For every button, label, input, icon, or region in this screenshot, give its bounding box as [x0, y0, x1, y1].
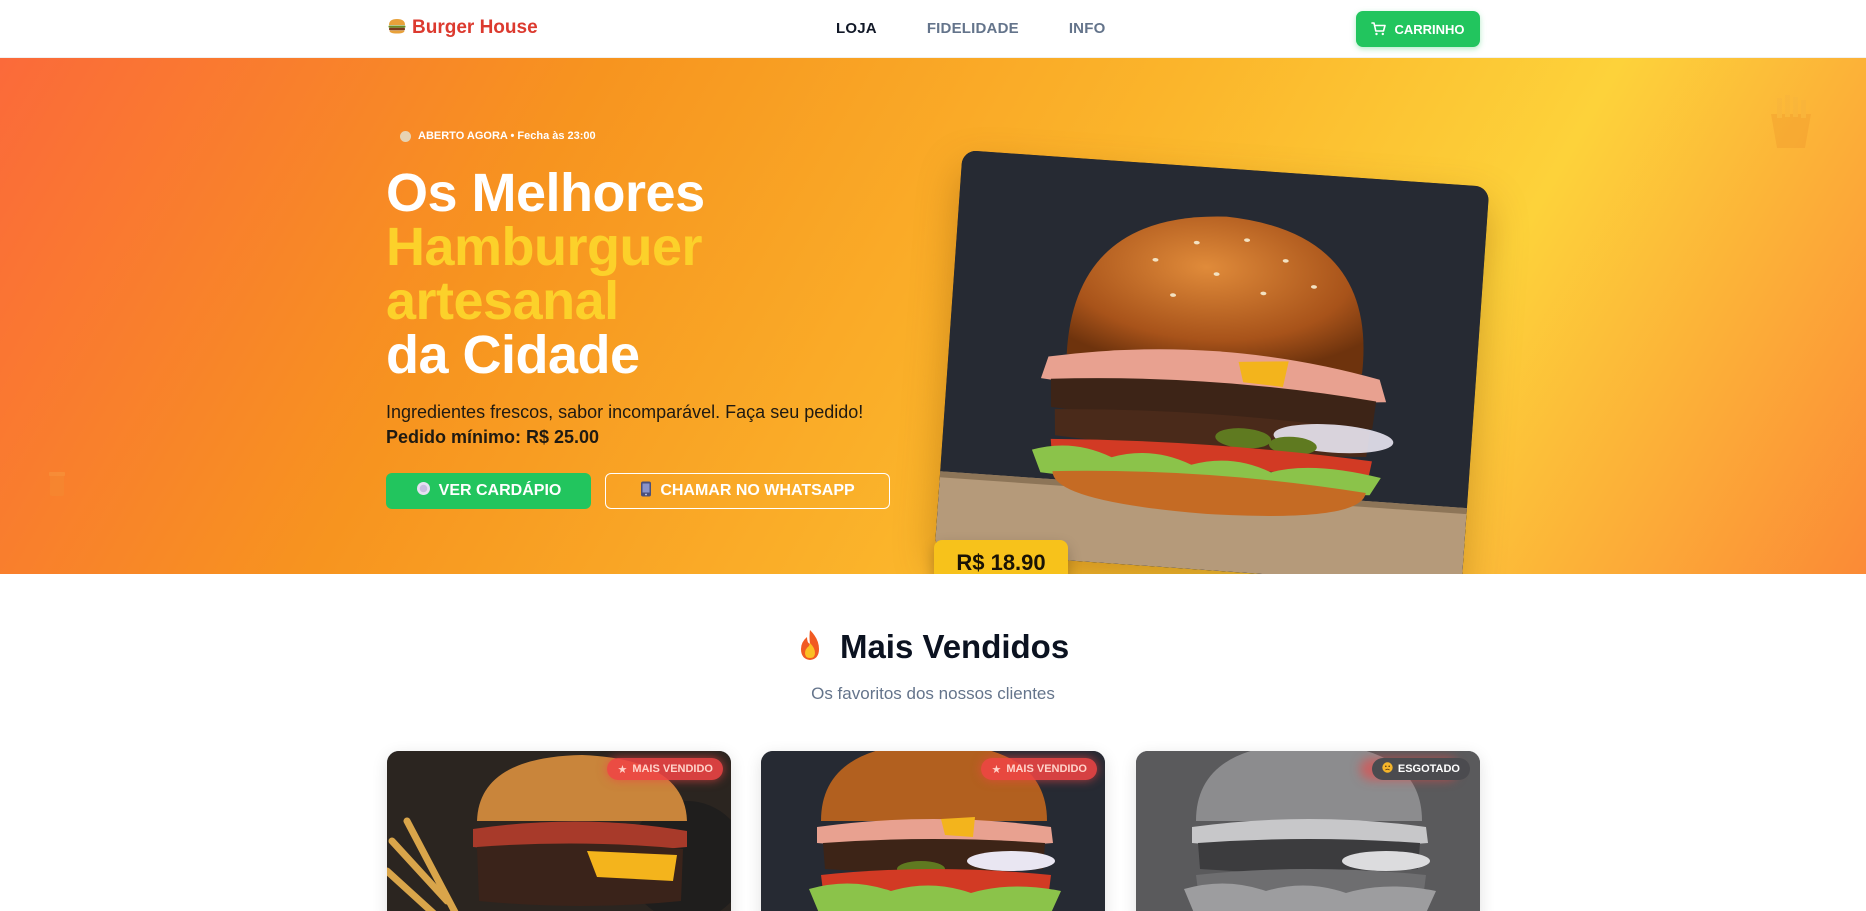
sad-face-icon	[1382, 762, 1393, 776]
whatsapp-button[interactable]: CHAMAR NO WHATSAPP	[605, 473, 890, 509]
nav-fidelidade[interactable]: FIDELIDADE	[927, 20, 1019, 37]
hero-subtitle: Ingredientes frescos, sabor incomparável…	[386, 402, 864, 422]
cart-label: CARRINHO	[1394, 21, 1465, 37]
burger-icon	[388, 18, 406, 39]
open-status: ABERTO AGORA • Fecha às 23:00	[400, 130, 596, 142]
section-subtitle: Os favoritos dos nossos clientes	[811, 684, 1055, 703]
badge-label: ESGOTADO	[1397, 763, 1460, 775]
product-card[interactable]: ESGOTADO	[1136, 751, 1480, 911]
hero-title-line-1: Os Melhores	[386, 163, 705, 223]
main-nav: LOJA FIDELIDADE INFO	[836, 20, 1105, 37]
view-menu-label: VER CARDÁPIO	[438, 482, 562, 499]
badge-sold-out: ESGOTADO	[1371, 758, 1470, 780]
status-dot-icon	[400, 130, 411, 142]
hero-title-line-2: Hamburguer	[386, 217, 703, 277]
hero-title-line-4: da Cidade	[386, 325, 640, 385]
hero-title-line-3: artesanal	[386, 271, 619, 331]
price-tag: R$ 18.90	[934, 540, 1068, 574]
brand-name: Burger House	[412, 17, 538, 38]
badge-best-seller: ★ MAIS VENDIDO	[981, 758, 1097, 780]
badge-label: MAIS VENDIDO	[632, 763, 713, 775]
nav-info[interactable]: INFO	[1069, 20, 1106, 37]
phone-icon	[640, 481, 652, 502]
status-text: ABERTO AGORA • Fecha às 23:00	[418, 130, 596, 142]
star-icon: ★	[991, 763, 1002, 776]
hero-banner: ABERTO AGORA • Fecha às 23:00 Os Melhore…	[0, 58, 1866, 574]
fries-icon	[1771, 95, 1811, 148]
badge-label: MAIS VENDIDO	[1006, 763, 1087, 775]
hero-burger-image	[934, 150, 1490, 574]
badge-best-seller: ★ MAIS VENDIDO	[607, 758, 723, 780]
plate-icon	[416, 481, 431, 501]
fire-icon	[797, 629, 823, 669]
minimum-order: Pedido mínimo: R$ 25.00	[386, 427, 600, 447]
star-icon: ★	[617, 763, 628, 776]
view-menu-button[interactable]: VER CARDÁPIO	[386, 473, 591, 509]
hero-title: Os Melhores Hamburguer artesanal da Cida…	[386, 166, 705, 382]
whatsapp-label: CHAMAR NO WHATSAPP	[660, 482, 855, 499]
drink-icon	[49, 472, 65, 496]
cart-icon	[1371, 22, 1387, 36]
cart-button[interactable]: CARRINHO	[1356, 11, 1480, 47]
top-header: Burger House LOJA FIDELIDADE INFO CARRIN…	[0, 0, 1866, 58]
section-title: Mais Vendidos	[0, 628, 1866, 669]
section-title-text: Mais Vendidos	[839, 628, 1070, 665]
nav-loja[interactable]: LOJA	[836, 20, 877, 37]
brand-logo[interactable]: Burger House	[388, 17, 538, 39]
product-card[interactable]: ★ MAIS VENDIDO	[387, 751, 731, 911]
product-card[interactable]: ★ MAIS VENDIDO	[761, 751, 1105, 911]
